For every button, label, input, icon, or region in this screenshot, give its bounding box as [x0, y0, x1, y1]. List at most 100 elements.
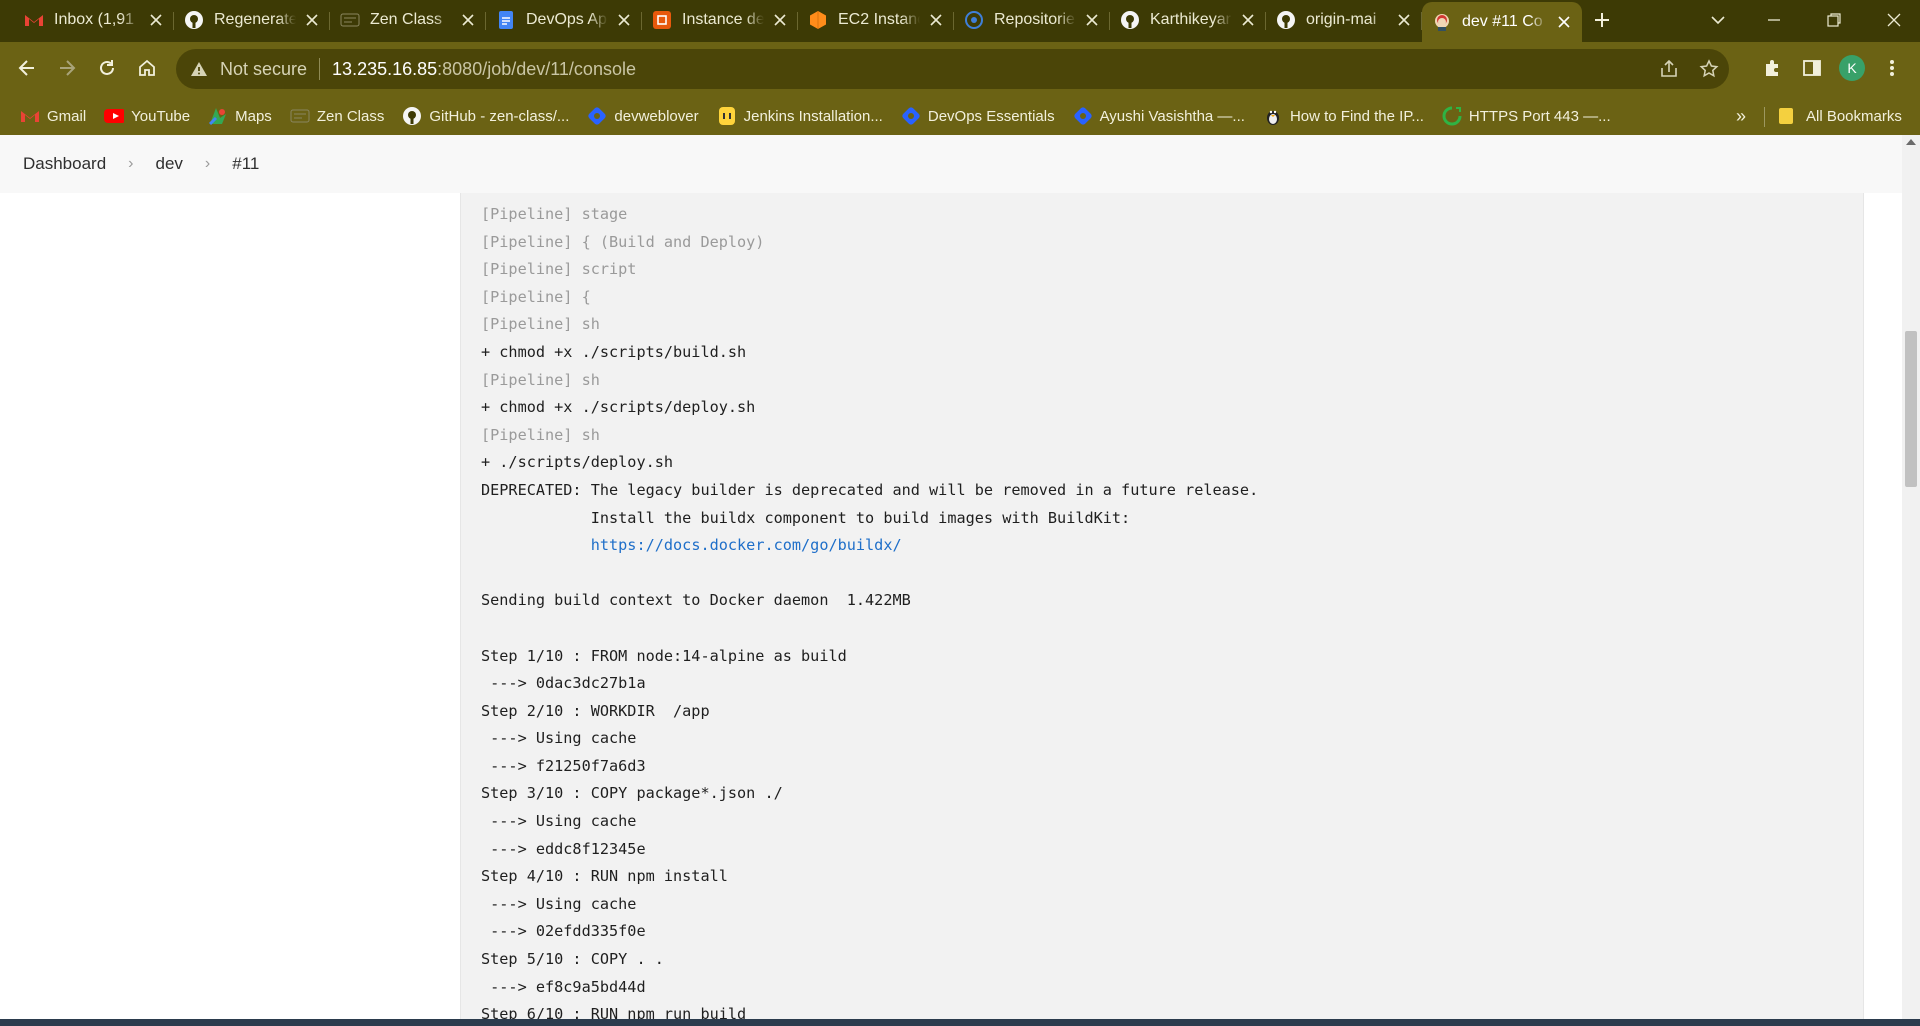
console-line: Step 4/10 : RUN npm install	[481, 867, 728, 886]
warning-triangle-icon[interactable]	[190, 59, 210, 79]
close-tab-icon[interactable]	[1554, 12, 1574, 32]
close-tab-icon[interactable]	[302, 10, 322, 30]
reload-button[interactable]	[89, 50, 125, 86]
bookmark-11[interactable]: HTTPS Port 443 —...	[1442, 106, 1611, 126]
bookmark-3[interactable]: Maps	[208, 106, 272, 126]
tab-6[interactable]: EC2 Instanc	[798, 2, 954, 38]
extensions-button[interactable]	[1754, 50, 1790, 86]
tab-10[interactable]: dev #11 Co	[1422, 2, 1582, 42]
close-tab-icon[interactable]	[614, 10, 634, 30]
share-button[interactable]	[1649, 49, 1689, 89]
tab-3[interactable]: Zen Class	[330, 2, 486, 38]
github-icon	[1120, 10, 1140, 30]
browser-toolbar: Not secure 13.235.16.85 :8080/job/dev/11…	[0, 42, 1920, 97]
menu-button[interactable]	[1874, 50, 1910, 86]
https-port-icon	[1442, 106, 1462, 126]
chevron-down-icon	[1711, 16, 1725, 25]
console-line: ---> eddc8f12345e	[481, 839, 646, 858]
tab-9[interactable]: origin-mai	[1266, 2, 1422, 38]
tab-title: Zen Class	[370, 11, 443, 28]
arrow-left-icon	[18, 60, 34, 76]
hashnode-icon	[587, 106, 607, 126]
bookmark-label: Gmail	[47, 107, 87, 125]
bookmark-star-button[interactable]	[1689, 49, 1729, 89]
pipeline-line: [Pipeline] stage	[481, 205, 628, 223]
console-line: ---> Using cache	[481, 729, 637, 748]
console-line: + chmod +x ./scripts/build.sh	[481, 342, 747, 361]
bookmark-10[interactable]: How to Find the IP...	[1263, 106, 1424, 126]
tab-7[interactable]: Repositorie	[954, 2, 1110, 38]
console-line: ---> Using cache	[481, 812, 637, 831]
folder-icon	[1778, 106, 1798, 126]
pipeline-line: [Pipeline] sh	[481, 425, 600, 444]
minimize-icon	[1768, 19, 1780, 21]
tab-2[interactable]: Regenerate	[174, 2, 330, 38]
avatar[interactable]: K	[1839, 55, 1865, 81]
close-tab-icon[interactable]	[1238, 10, 1258, 30]
star-icon	[1699, 59, 1719, 78]
close-window-button[interactable]	[1864, 0, 1920, 40]
jenkins-page: Dashboard › dev › #11 [Pipeline] stage […	[0, 135, 1920, 1019]
bookmark-9[interactable]: Ayushi Vasishtha —...	[1073, 106, 1245, 126]
breadcrumb-build[interactable]: #11	[228, 154, 263, 174]
pipeline-line: [Pipeline] { (Build and Deploy)	[481, 232, 765, 251]
home-button[interactable]	[129, 50, 165, 86]
restore-icon	[1827, 13, 1841, 27]
tab-title: origin-mai	[1306, 11, 1377, 28]
breadcrumb-job[interactable]: dev	[152, 154, 187, 174]
close-tab-icon[interactable]	[1082, 10, 1102, 30]
all-bookmarks-button[interactable]: All Bookmarks	[1778, 97, 1902, 135]
minimize-button[interactable]	[1744, 0, 1804, 40]
security-label[interactable]: Not secure	[220, 59, 307, 80]
bookmark-label: Maps	[235, 107, 272, 125]
close-tab-icon[interactable]	[926, 10, 946, 30]
address-divider	[319, 58, 321, 80]
tab-title: Regenerate	[214, 11, 296, 28]
close-tab-icon[interactable]	[1394, 10, 1414, 30]
zen-class-icon	[340, 10, 360, 30]
bookmark-8[interactable]: DevOps Essentials	[901, 106, 1055, 126]
tab-search-button[interactable]	[1688, 0, 1748, 40]
scrollbar-thumb[interactable]	[1905, 331, 1917, 487]
console-line: Step 6/10 : RUN npm run build	[481, 1005, 747, 1019]
scroll-up-arrow-icon[interactable]	[1906, 139, 1916, 145]
close-tab-icon[interactable]	[146, 10, 166, 30]
vertical-scrollbar[interactable]	[1902, 135, 1920, 1019]
console-line: ---> 0dac3dc27b1a	[481, 674, 646, 693]
link-indent	[481, 536, 591, 554]
profile-button[interactable]: K	[1834, 50, 1870, 86]
side-panel-button[interactable]	[1794, 50, 1830, 86]
os-taskbar	[0, 1019, 1920, 1026]
bookmark-label: DevOps Essentials	[927, 107, 1055, 125]
maps-icon	[208, 106, 228, 126]
url-host: 13.235.16.85	[332, 58, 438, 79]
bookmark-1[interactable]: Gmail	[20, 106, 86, 126]
bookmark-6[interactable]: devweblover	[587, 106, 699, 126]
restore-button[interactable]	[1804, 0, 1864, 40]
tab-4[interactable]: DevOps Ap	[486, 2, 642, 38]
bookmark-7[interactable]: Jenkins Installation...	[717, 106, 883, 126]
more-bookmarks-button[interactable]: »	[1736, 97, 1746, 135]
breadcrumb-dashboard[interactable]: Dashboard	[19, 154, 110, 174]
buildx-docs-link[interactable]: https://docs.docker.com/go/buildx/	[591, 536, 902, 554]
bookmark-2[interactable]: YouTube	[104, 106, 190, 126]
arrow-right-icon	[60, 60, 76, 76]
address-bar[interactable]: Not secure 13.235.16.85 :8080/job/dev/11…	[176, 49, 1729, 89]
close-tab-icon[interactable]	[458, 10, 478, 30]
new-tab-button[interactable]	[1582, 2, 1622, 38]
bookmark-label: How to Find the IP...	[1289, 107, 1424, 125]
share-icon	[1661, 59, 1677, 77]
tab-8[interactable]: Karthikeyar	[1110, 2, 1266, 38]
tab-5[interactable]: Instance de	[642, 2, 798, 38]
forward-button[interactable]	[49, 50, 85, 86]
google-docs-icon	[496, 10, 516, 30]
console-line: Step 3/10 : COPY package*.json ./	[481, 784, 783, 803]
bookmark-4[interactable]: Zen Class	[290, 106, 384, 126]
chevron-right-icon: ›	[128, 155, 134, 172]
back-button[interactable]	[9, 50, 45, 86]
bookmarks-divider	[1764, 107, 1765, 127]
tab-1[interactable]: Inbox (1,91	[14, 2, 174, 38]
bookmark-5[interactable]: GitHub - zen-class/...	[402, 106, 569, 126]
close-tab-icon[interactable]	[770, 10, 790, 30]
bookmark-label: Jenkins Installation...	[743, 107, 883, 125]
